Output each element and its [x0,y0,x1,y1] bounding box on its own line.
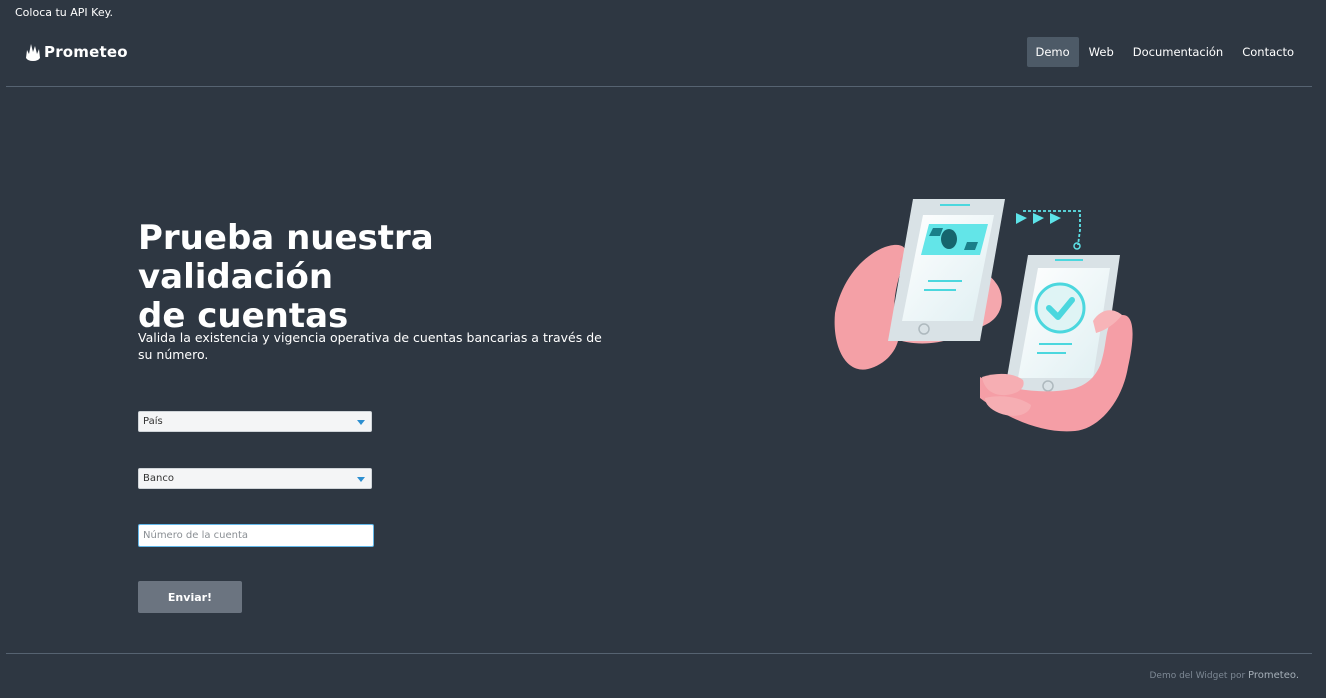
page-description: Valida la existencia y vigencia operativ… [138,330,602,362]
header-divider [6,86,1312,87]
bank-select-value: Banco [143,473,174,484]
main-navigation: Demo Web Documentación Contacto [1026,37,1304,67]
bank-transfer-illustration-icon [834,199,1133,432]
footer-credit-text: Demo del Widget por [1149,671,1249,681]
footer-prometeo-link[interactable]: Prometeo. [1248,670,1299,681]
nav-contact-link[interactable]: Contacto [1233,37,1303,67]
country-select[interactable]: País [138,411,372,432]
nav-demo-link[interactable]: Demo [1026,37,1079,67]
chevron-down-icon [357,477,365,482]
footer-divider [6,653,1312,654]
api-key-note: Coloca tu API Key. [15,6,114,19]
bank-select[interactable]: Banco [138,468,372,489]
country-select-value: País [143,416,163,427]
page-title-line-1: Prueba nuestra validación [138,218,434,297]
page-title: Prueba nuestra validación de cuentas [138,219,638,336]
submit-button[interactable]: Enviar! [138,581,242,613]
account-number-input[interactable] [138,524,374,547]
nav-web-link[interactable]: Web [1080,37,1123,67]
brand-name: Prometeo [44,43,128,61]
chevron-down-icon [357,420,365,425]
footer-credit: Demo del Widget por Prometeo. [1149,670,1299,681]
flame-icon [26,44,40,61]
prometeo-demo-page: Coloca tu API Key. Prometeo Demo Web Doc… [0,0,1326,698]
nav-documentation-link[interactable]: Documentación [1124,37,1232,67]
prometeo-logo[interactable]: Prometeo [25,40,128,64]
